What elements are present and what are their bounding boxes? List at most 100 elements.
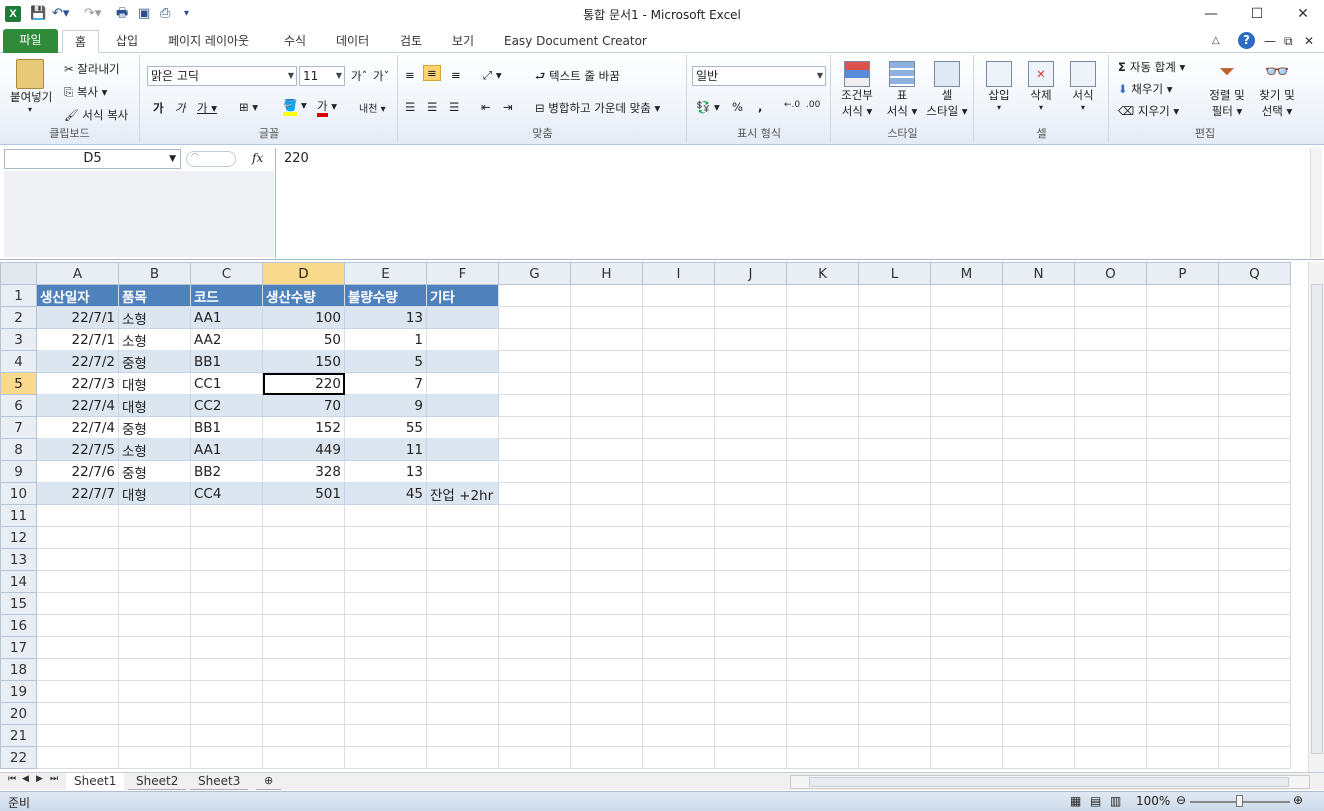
cell-g16[interactable]: [498, 614, 571, 637]
cell-j21[interactable]: [714, 724, 787, 747]
cell-h11[interactable]: [570, 504, 643, 527]
number-format-combo[interactable]: 일반 ▼: [692, 66, 826, 86]
column-header-o[interactable]: O: [1074, 262, 1147, 285]
cell-o18[interactable]: [1074, 658, 1147, 681]
cell-b21[interactable]: [118, 724, 191, 747]
cell-p17[interactable]: [1146, 636, 1219, 659]
cell-j6[interactable]: [714, 394, 787, 417]
formula-bar-expand-handle[interactable]: ◠: [186, 151, 236, 167]
fill-button[interactable]: ⬇ 채우기 ▾: [1118, 81, 1172, 97]
cell-i19[interactable]: [642, 680, 715, 703]
cell-k9[interactable]: [786, 460, 859, 483]
cell-m2[interactable]: [930, 306, 1003, 329]
cell-e3[interactable]: 1: [344, 328, 427, 351]
cell-p15[interactable]: [1146, 592, 1219, 615]
cell-c22[interactable]: [190, 746, 263, 769]
accounting-format-button[interactable]: 💱 ▾: [696, 100, 720, 114]
cell-g10[interactable]: [498, 482, 571, 505]
cell-i1[interactable]: [642, 284, 715, 307]
clear-button[interactable]: ⌫ 지우기 ▾: [1118, 103, 1179, 119]
column-header-h[interactable]: H: [570, 262, 643, 285]
cell-k3[interactable]: [786, 328, 859, 351]
row-header[interactable]: 9: [0, 460, 37, 483]
cell-f13[interactable]: [426, 548, 499, 571]
cell-p9[interactable]: [1146, 460, 1219, 483]
cell-g1[interactable]: [498, 284, 571, 307]
row-header[interactable]: 17: [0, 636, 37, 659]
cell-m12[interactable]: [930, 526, 1003, 549]
cell-h12[interactable]: [570, 526, 643, 549]
cell-q14[interactable]: [1218, 570, 1291, 593]
cell-b11[interactable]: [118, 504, 191, 527]
cell-k20[interactable]: [786, 702, 859, 725]
cell-k17[interactable]: [786, 636, 859, 659]
cell-k16[interactable]: [786, 614, 859, 637]
cell-l6[interactable]: [858, 394, 931, 417]
cell-f12[interactable]: [426, 526, 499, 549]
cell-p11[interactable]: [1146, 504, 1219, 527]
cell-j14[interactable]: [714, 570, 787, 593]
cell-c10[interactable]: CC4: [190, 482, 263, 505]
cell-a10[interactable]: 22/7/7: [36, 482, 119, 505]
cell-e11[interactable]: [344, 504, 427, 527]
cell-h3[interactable]: [570, 328, 643, 351]
cell-d19[interactable]: [262, 680, 345, 703]
cell-o22[interactable]: [1074, 746, 1147, 769]
cell-f2[interactable]: [426, 306, 499, 329]
vertical-scroll-thumb[interactable]: [1311, 284, 1323, 754]
cell-f22[interactable]: [426, 746, 499, 769]
cell-c17[interactable]: [190, 636, 263, 659]
cell-l9[interactable]: [858, 460, 931, 483]
cell-i5[interactable]: [642, 372, 715, 395]
cell-m22[interactable]: [930, 746, 1003, 769]
cell-c14[interactable]: [190, 570, 263, 593]
align-left-button[interactable]: ☰: [405, 100, 415, 114]
cell-styles-button[interactable]: 셀 스타일 ▾: [924, 61, 970, 119]
sheet-tab-sheet2[interactable]: Sheet2: [128, 773, 187, 790]
cell-b8[interactable]: 소형: [118, 438, 191, 461]
align-middle-button[interactable]: ≡: [423, 65, 441, 81]
cell-l4[interactable]: [858, 350, 931, 373]
cell-n15[interactable]: [1002, 592, 1075, 615]
cell-g13[interactable]: [498, 548, 571, 571]
increase-indent-button[interactable]: ⇥: [503, 100, 513, 114]
cell-p2[interactable]: [1146, 306, 1219, 329]
sort-filter-button[interactable]: ⏷ 정렬 및 필터 ▾: [1204, 59, 1250, 119]
cell-e18[interactable]: [344, 658, 427, 681]
cell-k12[interactable]: [786, 526, 859, 549]
cell-p19[interactable]: [1146, 680, 1219, 703]
cell-c18[interactable]: [190, 658, 263, 681]
cell-d16[interactable]: [262, 614, 345, 637]
cell-c5[interactable]: CC1: [190, 372, 263, 395]
row-header[interactable]: 20: [0, 702, 37, 725]
cell-a4[interactable]: 22/7/2: [36, 350, 119, 373]
cell-m19[interactable]: [930, 680, 1003, 703]
cell-g7[interactable]: [498, 416, 571, 439]
sheet-tab-sheet3[interactable]: Sheet3: [190, 773, 249, 790]
cell-m10[interactable]: [930, 482, 1003, 505]
cell-p3[interactable]: [1146, 328, 1219, 351]
name-box[interactable]: D5 ▼: [4, 149, 181, 169]
cell-b4[interactable]: 중형: [118, 350, 191, 373]
formula-input[interactable]: 220: [275, 148, 1309, 258]
row-header[interactable]: 7: [0, 416, 37, 439]
cell-e12[interactable]: [344, 526, 427, 549]
cell-p5[interactable]: [1146, 372, 1219, 395]
cell-q8[interactable]: [1218, 438, 1291, 461]
workbook-restore-button[interactable]: ⧉: [1284, 30, 1293, 53]
cell-b7[interactable]: 중형: [118, 416, 191, 439]
cell-f9[interactable]: [426, 460, 499, 483]
row-header[interactable]: 13: [0, 548, 37, 571]
close-button[interactable]: ✕: [1280, 3, 1324, 25]
cell-q22[interactable]: [1218, 746, 1291, 769]
cell-e5[interactable]: 7: [344, 372, 427, 395]
cell-l1[interactable]: [858, 284, 931, 307]
cell-c11[interactable]: [190, 504, 263, 527]
cell-h10[interactable]: [570, 482, 643, 505]
cell-m7[interactable]: [930, 416, 1003, 439]
cell-g6[interactable]: [498, 394, 571, 417]
cell-g4[interactable]: [498, 350, 571, 373]
cell-p14[interactable]: [1146, 570, 1219, 593]
cell-a2[interactable]: 22/7/1: [36, 306, 119, 329]
cell-p12[interactable]: [1146, 526, 1219, 549]
